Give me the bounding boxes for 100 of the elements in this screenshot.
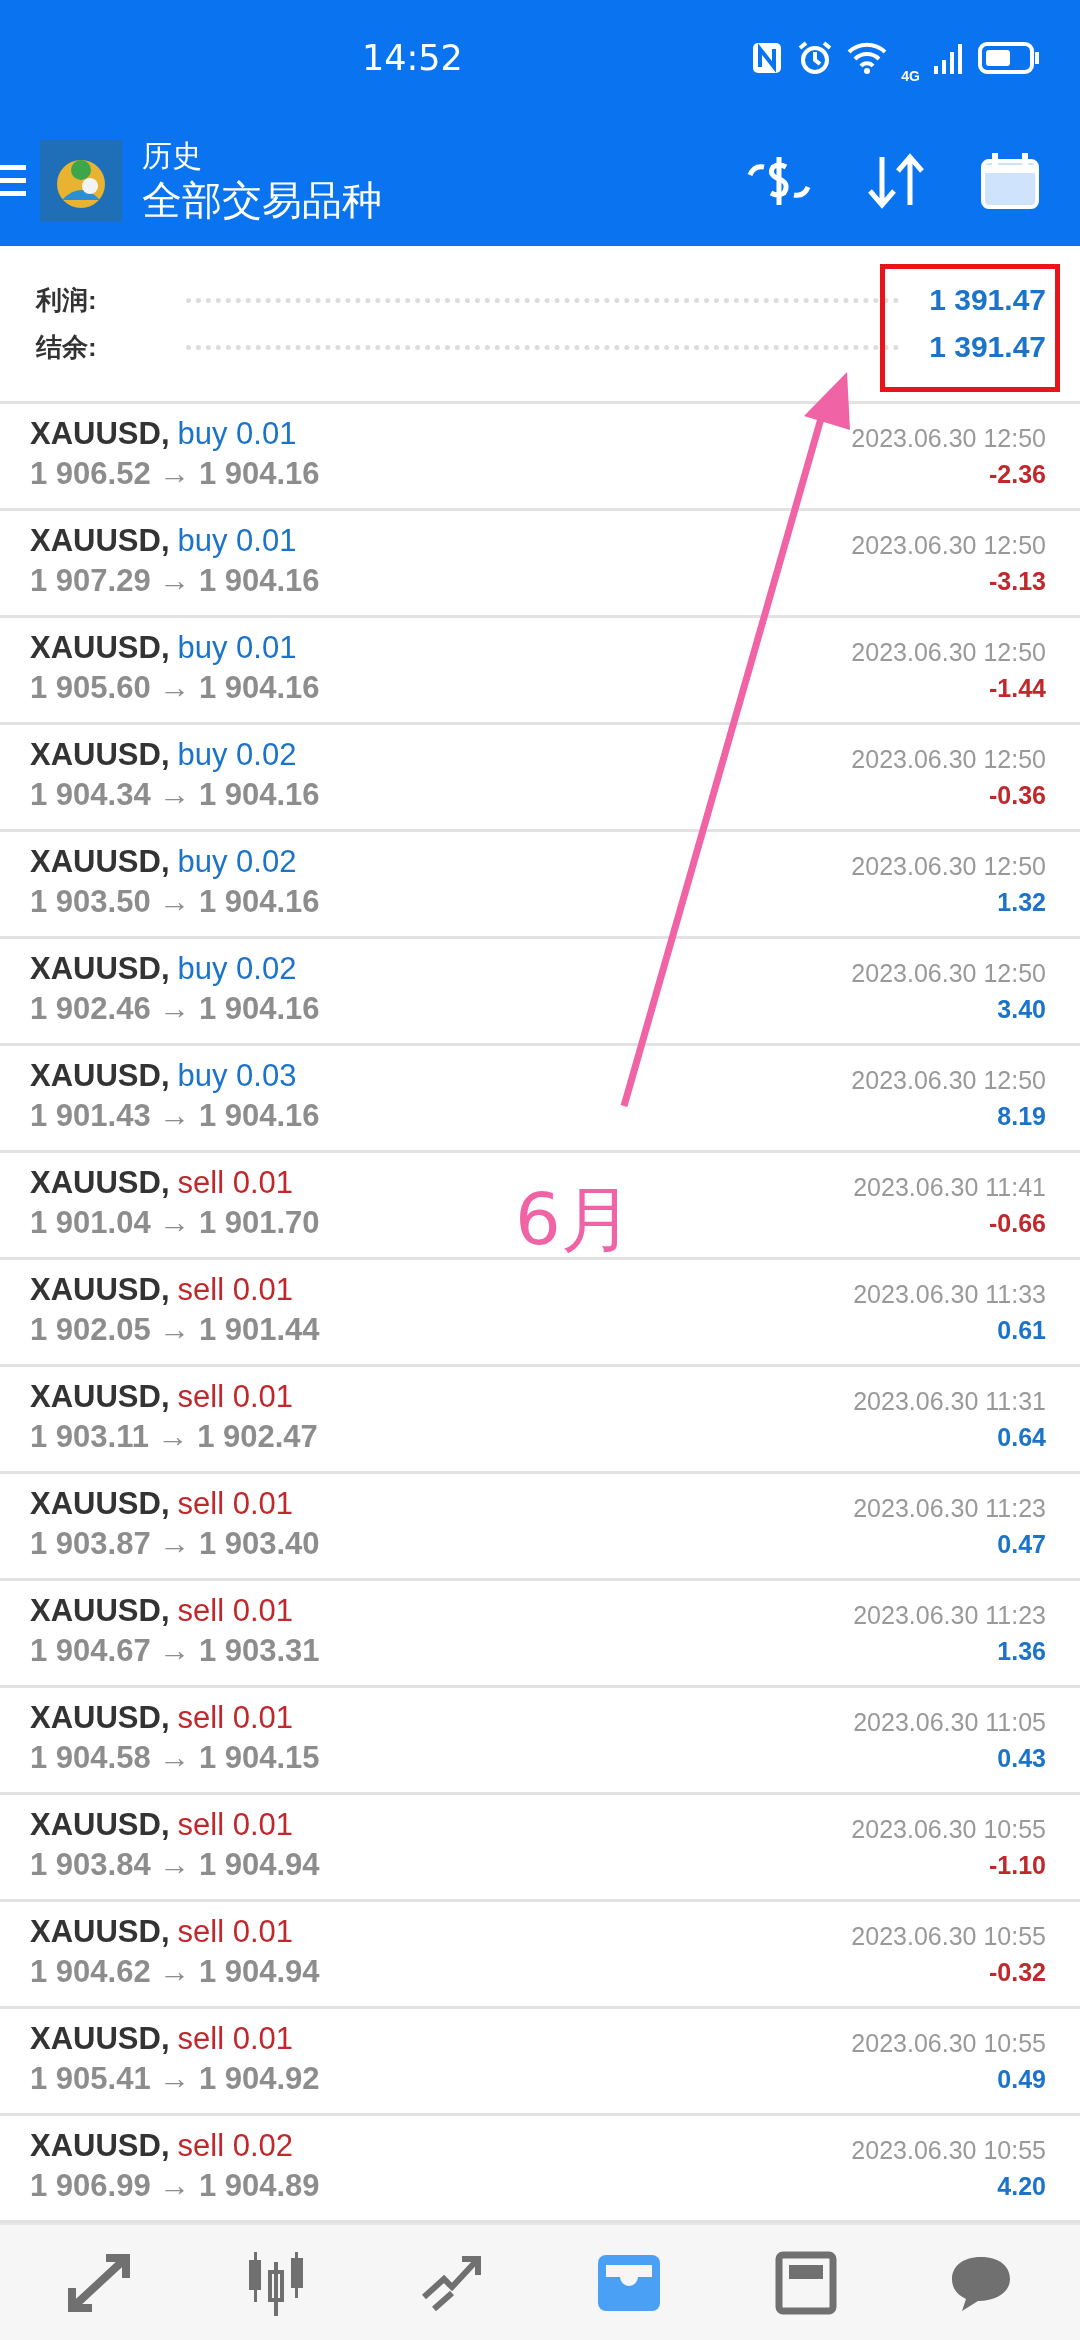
- calendar-icon[interactable]: [980, 150, 1040, 211]
- deal-time: 2023.06.30 12:50: [851, 1065, 1046, 1096]
- deal-prices: 1 904.62 → 1 904.94: [30, 1953, 320, 1991]
- summary-value: 1 391.47: [929, 330, 1046, 364]
- deal-profit: -0.36: [989, 780, 1046, 811]
- deal-profit: -1.44: [989, 673, 1046, 704]
- deal-prices: 1 901.04 → 1 901.70: [30, 1204, 320, 1242]
- deal-symbol: XAUUSD,: [30, 415, 170, 453]
- status-time: 14:52: [362, 37, 463, 78]
- deal-type: sell 0.01: [177, 2020, 293, 2058]
- deal-symbol: XAUUSD,: [30, 950, 170, 988]
- deal-type: buy 0.02: [177, 950, 297, 988]
- deal-profit: 8.19: [997, 1101, 1046, 1132]
- deal-profit: 3.40: [997, 994, 1046, 1025]
- deal-prices: 1 903.50 → 1 904.16: [30, 883, 320, 921]
- deal-symbol: XAUUSD,: [30, 1271, 170, 1309]
- summary-label: 利润:: [36, 283, 98, 317]
- deal-time: 2023.06.30 11:23: [853, 1493, 1046, 1524]
- deal-symbol: XAUUSD,: [30, 2020, 170, 2058]
- deal-profit: 1.36: [997, 1636, 1046, 1667]
- network-type: 4G: [901, 67, 920, 84]
- deal-prices: 1 902.05 → 1 901.44: [30, 1311, 320, 1349]
- deal-type: sell 0.01: [177, 1271, 293, 1309]
- deal-symbol: XAUUSD,: [30, 843, 170, 881]
- deal-profit: 4.20: [997, 2171, 1046, 2202]
- deal-type: buy 0.01: [177, 522, 297, 560]
- deal-time: 2023.06.30 10:55: [851, 1921, 1046, 1952]
- screen-title: 历史: [142, 137, 203, 174]
- deal-profit: -2.36: [989, 459, 1046, 490]
- alarm-clock-icon: [797, 39, 834, 76]
- wifi-icon: [847, 41, 888, 74]
- deal-time: 2023.06.30 12:50: [851, 637, 1046, 668]
- signal-icon: [934, 41, 964, 74]
- deal-profit: 0.43: [997, 1743, 1046, 1774]
- deal-profit: 0.64: [997, 1422, 1046, 1453]
- deal-symbol: XAUUSD,: [30, 629, 170, 667]
- deal-type: sell 0.01: [177, 1806, 293, 1844]
- deal-type: sell 0.01: [177, 1699, 293, 1737]
- deal-type: sell 0.01: [177, 1913, 293, 1951]
- deal-type: buy 0.03: [177, 1057, 297, 1095]
- deal-prices: 1 903.84 → 1 904.94: [30, 1846, 320, 1884]
- annotation-label: 6月: [515, 1176, 633, 1263]
- deal-profit: -0.32: [989, 1957, 1046, 1988]
- deal-time: 2023.06.30 10:55: [851, 2028, 1046, 2059]
- deal-symbol: XAUUSD,: [30, 1699, 170, 1737]
- deal-prices: 1 904.67 → 1 903.31: [30, 1632, 320, 1670]
- app-logo-icon: [40, 139, 122, 222]
- deal-time: 2023.06.30 12:50: [851, 530, 1046, 561]
- deal-prices: 1 906.99 → 1 904.89: [30, 2167, 320, 2205]
- deal-prices: 1 902.46 → 1 904.16: [30, 990, 320, 1028]
- deal-time: 2023.06.30 12:50: [851, 851, 1046, 882]
- battery-icon: [978, 41, 1040, 74]
- deal-time: 2023.06.30 11:41: [853, 1172, 1046, 1203]
- symbol-filter[interactable]: 全部交易品种: [142, 174, 382, 225]
- deal-symbol: XAUUSD,: [30, 1913, 170, 1951]
- summary-label: 结余:: [36, 330, 98, 364]
- deal-prices: 1 904.58 → 1 904.15: [30, 1739, 320, 1777]
- deal-type: buy 0.01: [177, 415, 297, 453]
- deal-symbol: XAUUSD,: [30, 1592, 170, 1630]
- deal-symbol: XAUUSD,: [30, 1485, 170, 1523]
- deal-profit: 0.47: [997, 1529, 1046, 1560]
- deal-prices: 1 903.87 → 1 903.40: [30, 1525, 320, 1563]
- deal-profit: 0.49: [997, 2064, 1046, 2095]
- deal-type: sell 0.01: [177, 1378, 293, 1416]
- deal-time: 2023.06.30 11:33: [853, 1279, 1046, 1310]
- double-arrow-icon: [65, 2251, 132, 2314]
- deal-prices: 1 905.60 → 1 904.16: [30, 669, 320, 707]
- deal-profit: -3.13: [989, 566, 1046, 597]
- deal-symbol: XAUUSD,: [30, 1806, 170, 1844]
- deal-time: 2023.06.30 12:50: [851, 744, 1046, 775]
- deal-profit: 0.61: [997, 1315, 1046, 1346]
- deal-type: sell 0.02: [177, 2127, 293, 2165]
- deal-symbol: XAUUSD,: [30, 1164, 170, 1202]
- deal-symbol: XAUUSD,: [30, 2127, 170, 2165]
- deal-profit: -0.66: [989, 1208, 1046, 1239]
- deal-time: 2023.06.30 11:31: [853, 1386, 1046, 1417]
- deal-type: buy 0.01: [177, 629, 297, 667]
- deal-profit: -1.10: [989, 1850, 1046, 1881]
- deal-prices: 1 904.34 → 1 904.16: [30, 776, 320, 814]
- deal-type: sell 0.01: [177, 1485, 293, 1523]
- deal-time: 2023.06.30 10:55: [851, 1814, 1046, 1845]
- menu-icon[interactable]: [0, 162, 26, 199]
- deal-time: 2023.06.30 11:23: [853, 1600, 1046, 1631]
- summary-value: 1 391.47: [929, 283, 1046, 317]
- deal-type: buy 0.02: [177, 843, 297, 881]
- inbox-icon: [595, 2252, 662, 2313]
- deal-time: 2023.06.30 11:05: [853, 1707, 1046, 1738]
- deal-type: buy 0.02: [177, 736, 297, 774]
- deal-time: 2023.06.30 12:50: [851, 958, 1046, 989]
- nfc-icon: [751, 40, 784, 75]
- deal-prices: 1 907.29 → 1 904.16: [30, 562, 320, 600]
- deal-symbol: XAUUSD,: [30, 736, 170, 774]
- deal-symbol: XAUUSD,: [30, 1057, 170, 1095]
- deal-type: sell 0.01: [177, 1592, 293, 1630]
- deal-type: sell 0.01: [177, 1164, 293, 1202]
- deal-profit: 1.32: [997, 887, 1046, 918]
- deal-symbol: XAUUSD,: [30, 1378, 170, 1416]
- deal-prices: 1 901.43 → 1 904.16: [30, 1097, 320, 1135]
- deal-time: 2023.06.30 10:55: [851, 2135, 1046, 2166]
- deal-prices: 1 905.41 → 1 904.92: [30, 2060, 320, 2098]
